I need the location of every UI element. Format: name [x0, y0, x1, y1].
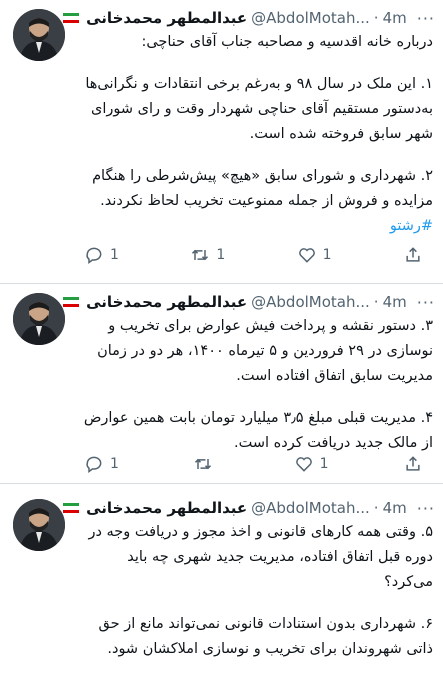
author-handle[interactable]: @AbdolMotah... — [251, 499, 370, 517]
tweet-paragraph: ۱. این ملک در سال ۹۸ و به‌رغم برخی انتقا… — [85, 76, 433, 142]
separator-dot: · — [373, 9, 379, 27]
reply-button[interactable]: 1 — [84, 454, 119, 474]
tweet-paragraph: درباره خانه اقدسیه و مصاحبه جناب آقای حن… — [141, 34, 433, 50]
avatar[interactable] — [13, 499, 65, 551]
tweet-feed: عبدالمطهر محمدخانی @AbdolMotah... · 4m ·… — [0, 0, 443, 700]
more-options-icon[interactable]: ··· — [417, 499, 435, 518]
tweet-paragraph: ۳. دستور نقشه و پرداخت فیش عوارض برای تخ… — [97, 318, 433, 384]
tweet-actions: 1 1 1 — [84, 243, 423, 267]
more-options-icon[interactable]: ··· — [417, 9, 435, 28]
retweet-icon — [195, 458, 212, 470]
tweet-paragraph: ۶. شهرداری بدون استنادات قانونی نمی‌توان… — [98, 616, 433, 657]
tweet-text: ۵. وقتی همه کارهای قانونی و اخذ مجوز و د… — [76, 520, 433, 662]
author-name[interactable]: عبدالمطهر محمدخانی — [86, 9, 247, 27]
iran-flag-icon — [63, 502, 80, 514]
tweet-2[interactable]: عبدالمطهر محمدخانی @AbdolMotah... · 4m ·… — [0, 284, 443, 484]
retweet-button[interactable] — [193, 454, 219, 474]
like-button[interactable]: 1 — [294, 454, 329, 474]
like-count: 1 — [322, 247, 332, 263]
author-handle[interactable]: @AbdolMotah... — [251, 9, 370, 27]
share-button[interactable] — [403, 454, 423, 474]
avatar[interactable] — [13, 9, 65, 61]
author-name[interactable]: عبدالمطهر محمدخانی — [86, 293, 247, 311]
timestamp[interactable]: 4m — [383, 9, 407, 27]
author-handle[interactable]: @AbdolMotah... — [251, 293, 370, 311]
timestamp[interactable]: 4m — [383, 499, 407, 517]
tweet-header: عبدالمطهر محمدخانی @AbdolMotah... · 4m ·… — [63, 497, 435, 519]
tweet-paragraph: ۲. شهرداری و شورای سابق «هیچ» پیش‌شرطی ر… — [92, 168, 433, 209]
retweet-count: 1 — [216, 247, 226, 263]
reply-icon — [86, 456, 102, 473]
reply-icon — [86, 247, 102, 264]
tweet-header: عبدالمطهر محمدخانی @AbdolMotah... · 4m ·… — [63, 291, 435, 313]
reply-count: 1 — [110, 247, 119, 263]
author-name[interactable]: عبدالمطهر محمدخانی — [86, 499, 247, 517]
tweet-actions: 1 1 — [84, 452, 423, 476]
like-icon — [295, 457, 312, 472]
separator-dot: · — [373, 293, 379, 311]
timestamp[interactable]: 4m — [383, 293, 407, 311]
hashtag-link[interactable]: #رشتو — [390, 218, 433, 234]
tweet-paragraph: ۴. مدیریت قبلی مبلغ ۳٫۵ میلیارد تومان با… — [83, 410, 433, 451]
tweet-text: ۳. دستور نقشه و پرداخت فیش عوارض برای تخ… — [76, 314, 433, 456]
reply-button[interactable]: 1 — [84, 245, 119, 265]
like-button[interactable]: 1 — [297, 245, 332, 265]
share-button[interactable] — [403, 245, 423, 265]
more-options-icon[interactable]: ··· — [417, 293, 435, 312]
tweet-text: درباره خانه اقدسیه و مصاحبه جناب آقای حن… — [76, 30, 433, 239]
iran-flag-icon — [63, 296, 80, 308]
reply-count: 1 — [110, 456, 119, 472]
separator-dot: · — [373, 499, 379, 517]
tweet-1[interactable]: عبدالمطهر محمدخانی @AbdolMotah... · 4m ·… — [0, 0, 443, 284]
tweet-3[interactable]: عبدالمطهر محمدخانی @AbdolMotah... · 4m ·… — [0, 490, 443, 700]
retweet-icon — [192, 249, 209, 261]
retweet-button[interactable]: 1 — [190, 245, 225, 265]
like-count: 1 — [319, 456, 329, 472]
share-icon — [406, 456, 420, 471]
like-icon — [298, 248, 315, 263]
tweet-paragraph: ۵. وقتی همه کارهای قانونی و اخذ مجوز و د… — [88, 524, 433, 590]
avatar[interactable] — [13, 293, 65, 345]
share-icon — [406, 247, 420, 262]
tweet-header: عبدالمطهر محمدخانی @AbdolMotah... · 4m ·… — [63, 7, 435, 29]
iran-flag-icon — [63, 12, 80, 24]
